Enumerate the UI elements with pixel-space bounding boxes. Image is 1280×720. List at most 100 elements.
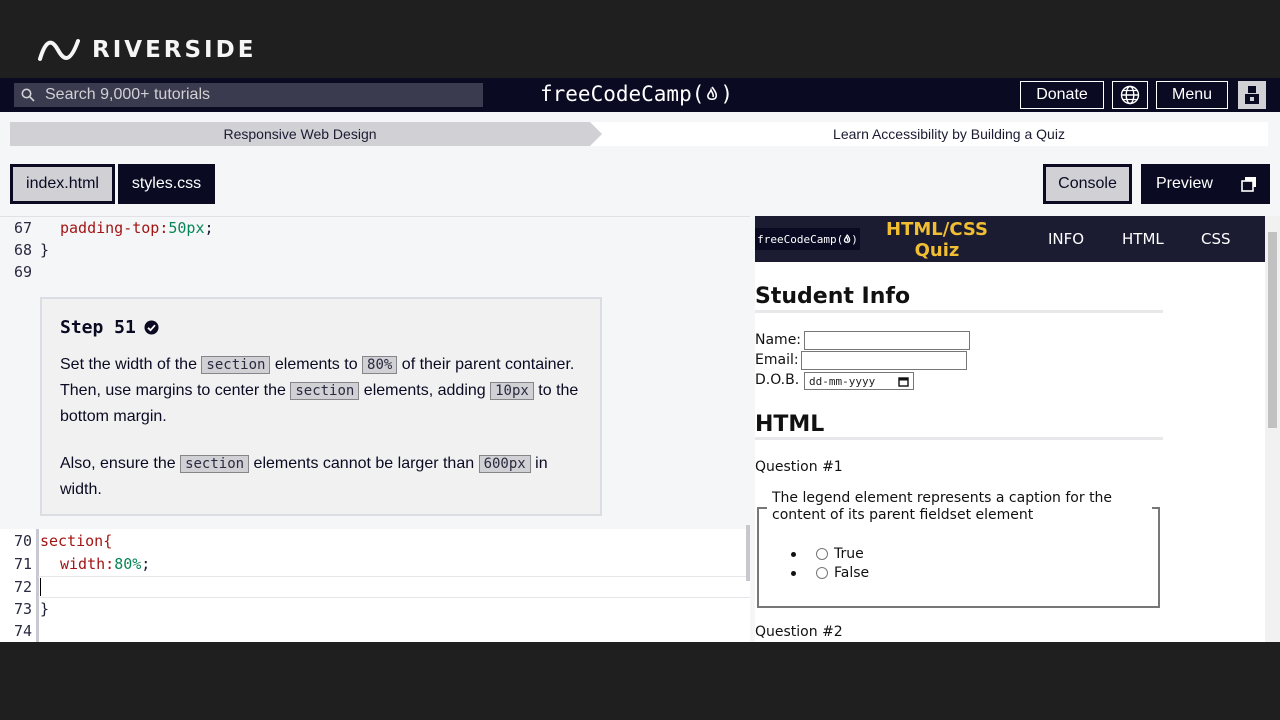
line-number: 70: [13, 532, 32, 550]
breadcrumb-project[interactable]: Learn Accessibility by Building a Quiz: [590, 122, 1268, 146]
calendar-icon[interactable]: [898, 376, 909, 387]
dob-placeholder: dd-mm-yyyy: [809, 374, 876, 388]
quiz-logo-text: freeCodeCamp(: [757, 232, 844, 246]
code-line: 74: [0, 620, 40, 642]
avatar-icon: [1245, 86, 1259, 104]
globe-icon: [1120, 85, 1140, 105]
menu-button[interactable]: Menu: [1156, 81, 1228, 109]
scrollbar-thumb[interactable]: [1268, 232, 1277, 428]
top-navigation: freeCodeCamp( ) Donate Menu: [0, 78, 1280, 112]
question-2-label: Question #2: [755, 624, 843, 640]
step-title-text: Step 51: [60, 317, 136, 338]
heading-rule: [755, 310, 1163, 313]
css-property: padding-top: [60, 219, 160, 237]
code-line: 69: [0, 261, 40, 283]
list-bullet: [791, 570, 796, 576]
flame-icon: [707, 86, 718, 101]
riverside-logo: RIVERSIDE: [38, 35, 256, 65]
donate-button[interactable]: Donate: [1020, 81, 1104, 109]
line-number: 69: [13, 263, 32, 281]
code-text: }: [40, 600, 50, 618]
option-true[interactable]: True: [791, 546, 864, 562]
preview-label: Preview: [1156, 175, 1213, 192]
search-bar[interactable]: [14, 83, 483, 107]
code-line: 73 }: [0, 598, 49, 620]
email-label: Email:: [755, 352, 799, 368]
list-bullet: [791, 551, 796, 557]
console-button[interactable]: Console: [1043, 164, 1132, 204]
search-icon: [21, 88, 35, 102]
breadcrumb: Responsive Web Design Learn Accessibilit…: [10, 122, 1268, 146]
dob-input[interactable]: dd-mm-yyyy: [804, 372, 914, 390]
nav-link-info[interactable]: INFO: [1048, 230, 1084, 248]
quiz-header: freeCodeCamp( ) HTML/CSS Quiz INFO HTML …: [755, 216, 1265, 262]
css-value: 50px: [168, 219, 205, 237]
dob-label: D.O.B.: [755, 372, 800, 388]
email-input[interactable]: [801, 351, 967, 370]
riverside-wordmark: RIVERSIDE: [92, 37, 257, 63]
step-title: Step 51: [60, 317, 582, 338]
code-snippet: section: [201, 356, 271, 374]
brand-text: freeCodeCamp(: [540, 82, 705, 106]
code-text: section{: [40, 532, 113, 550]
brand-text-suffix: ): [720, 82, 734, 106]
code-snippet: 10px: [490, 382, 534, 400]
text-cursor: [40, 578, 41, 596]
name-input[interactable]: [804, 331, 970, 350]
code-text: }: [40, 241, 50, 259]
nav-link-html[interactable]: HTML: [1122, 230, 1164, 248]
line-number: 68: [13, 241, 32, 259]
css-property: width: [60, 555, 106, 573]
code-editor[interactable]: 67 padding-top: 50px; 68 } 69 Step 51 Se…: [0, 216, 750, 643]
recording-overlay-bar: RIVERSIDE: [0, 0, 1280, 78]
challenge-workspace: Responsive Web Design Learn Accessibilit…: [0, 112, 1280, 643]
code-line: 70 section{: [0, 530, 112, 552]
html-section-heading: HTML: [755, 412, 825, 437]
step-paragraph: Set the width of the section elements to…: [60, 356, 579, 425]
step-description: Set the width of the section elements to…: [60, 352, 582, 503]
freecodecamp-logo[interactable]: freeCodeCamp( ): [540, 82, 733, 106]
line-number: 73: [13, 600, 32, 618]
check-circle-icon: [144, 320, 159, 335]
tab-index-html[interactable]: index.html: [10, 164, 115, 204]
line-number: 67: [13, 219, 32, 237]
preview-scrollbar[interactable]: [1265, 216, 1280, 642]
nav-link-css[interactable]: CSS: [1201, 230, 1231, 248]
line-number: 72: [13, 578, 32, 596]
code-snippet: section: [290, 382, 360, 400]
recording-bottom-bar: [0, 642, 1280, 720]
css-colon: :: [105, 555, 115, 573]
radio-true[interactable]: [816, 548, 828, 560]
code-line: 68 }: [0, 239, 49, 261]
code-snippet: 80%: [362, 356, 398, 374]
quiz-logo: freeCodeCamp( ): [755, 228, 860, 250]
active-line-highlight: [38, 576, 750, 598]
tab-styles-css[interactable]: styles.css: [118, 164, 215, 204]
css-value: 80%: [114, 555, 142, 573]
option-true-label[interactable]: True: [834, 546, 864, 562]
option-false[interactable]: False: [791, 565, 869, 581]
riverside-wave-icon: [38, 39, 80, 61]
flame-icon: [843, 234, 851, 243]
popout-icon: [1241, 177, 1256, 192]
search-input[interactable]: [45, 86, 465, 104]
preview-button[interactable]: Preview: [1141, 164, 1270, 204]
line-number: 74: [13, 622, 32, 640]
option-false-label[interactable]: False: [834, 565, 869, 581]
heading-rule: [755, 437, 1163, 440]
breadcrumb-course[interactable]: Responsive Web Design: [10, 122, 602, 146]
pane-resize-handle[interactable]: [746, 525, 750, 581]
preview-pane[interactable]: freeCodeCamp( ) HTML/CSS Quiz INFO HTML …: [755, 216, 1265, 642]
step-instructions: Step 51 Set the width of the section ele…: [40, 297, 602, 516]
code-line: 67 padding-top: 50px;: [0, 217, 214, 239]
language-button[interactable]: [1112, 81, 1148, 109]
name-label: Name:: [755, 332, 802, 348]
question-1-legend: The legend element represents a caption …: [767, 490, 1152, 524]
line-number: 71: [13, 555, 32, 573]
css-colon: :: [159, 219, 169, 237]
quiz-logo-suffix: ): [851, 232, 858, 246]
user-avatar[interactable]: [1238, 81, 1266, 109]
student-info-heading: Student Info: [755, 284, 911, 309]
radio-false[interactable]: [816, 567, 828, 579]
editable-region[interactable]: 70 section{ 71 width: 80%; 72 73 } 74: [0, 529, 750, 643]
